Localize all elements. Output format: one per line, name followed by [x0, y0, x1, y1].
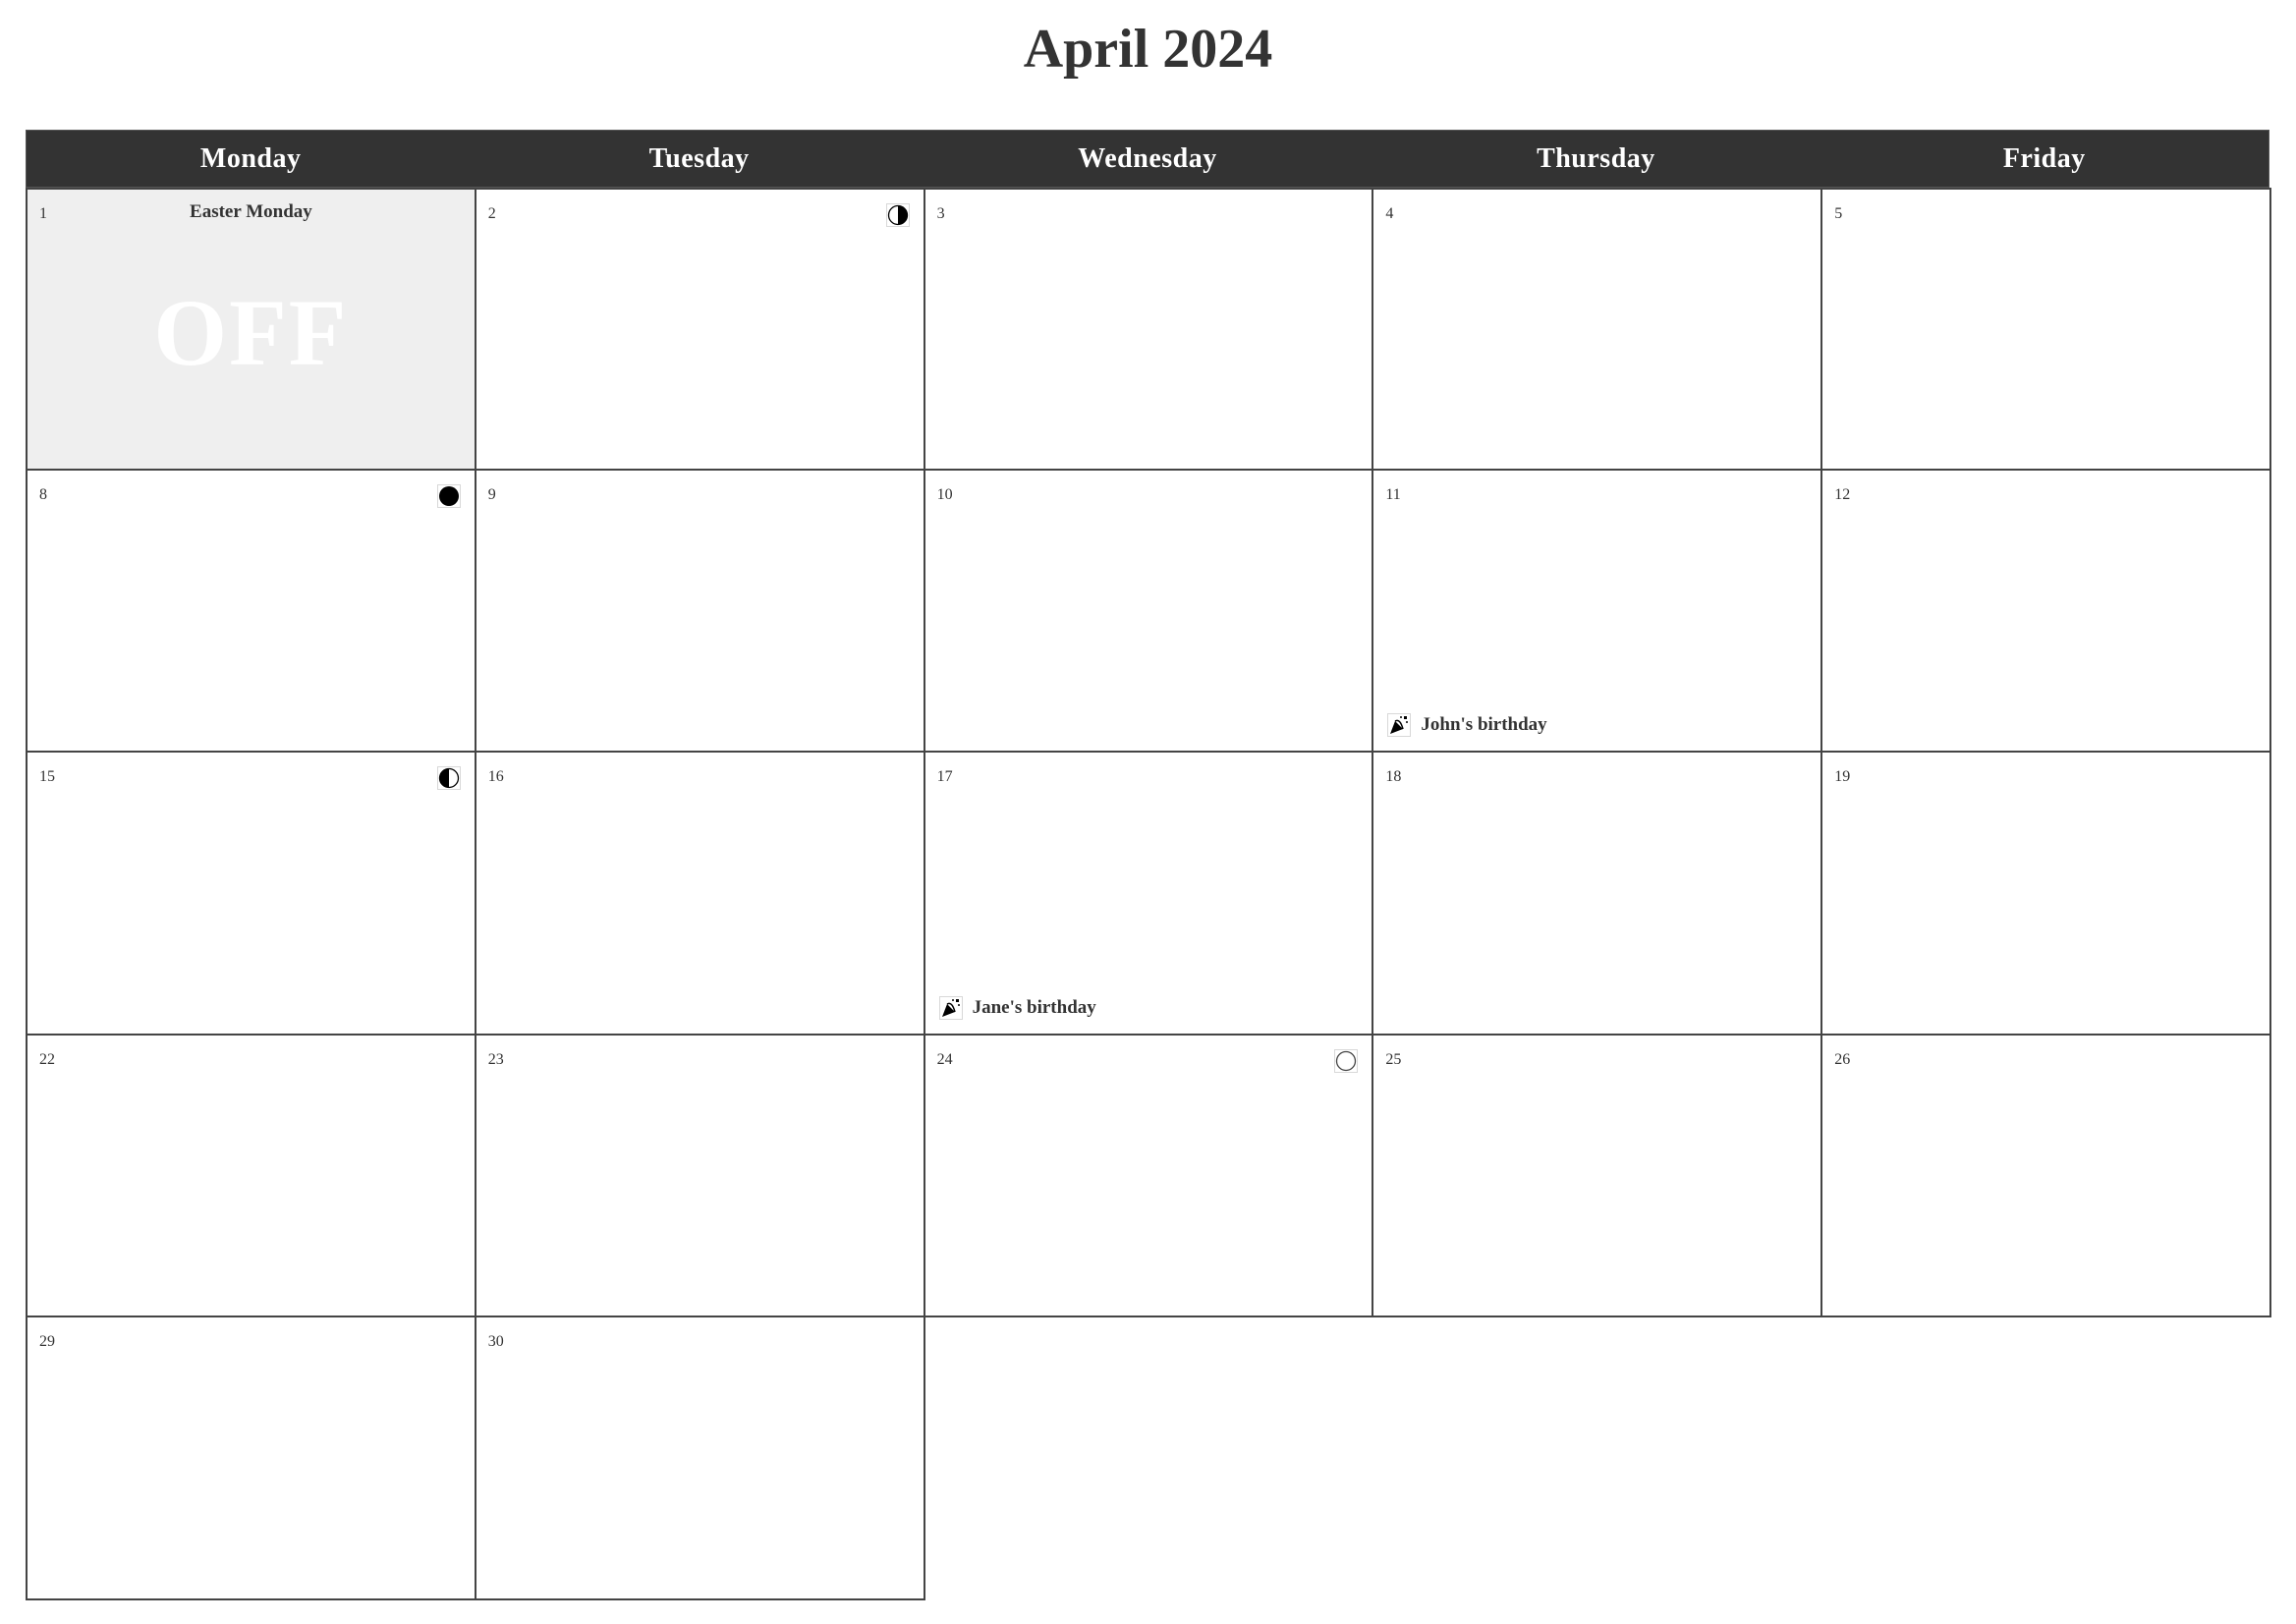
day-number: 15	[39, 768, 55, 785]
day-cell-3[interactable]: 3	[923, 188, 1374, 471]
day-number: 9	[487, 485, 496, 503]
day-number: 25	[1385, 1050, 1402, 1068]
day-cell-4[interactable]: 4	[1372, 188, 1823, 471]
event-label: Jane's birthday	[972, 996, 1096, 1018]
new-moon-icon	[436, 483, 461, 508]
day-number: 16	[487, 768, 504, 785]
weekday-header: Monday Tuesday Wednesday Thursday Friday	[26, 130, 2269, 188]
day-cell-30[interactable]: 30	[474, 1316, 925, 1600]
day-cell-17[interactable]: 17 Jane's birthday	[923, 751, 1374, 1036]
day-number: 18	[1385, 768, 1402, 785]
day-number: 4	[1385, 205, 1394, 222]
weekday-thursday: Thursday	[1537, 143, 1655, 174]
day-cell-18[interactable]: 18	[1372, 751, 1823, 1036]
party-popper-icon	[1387, 713, 1412, 737]
day-off-watermark: OFF	[153, 280, 349, 385]
day-number: 3	[936, 205, 945, 222]
day-cell-5[interactable]: 5	[1820, 188, 2271, 471]
day-number: 22	[39, 1050, 55, 1068]
last-quarter-icon	[436, 766, 461, 790]
day-cell-24[interactable]: 24	[923, 1033, 1374, 1317]
day-cell-11[interactable]: 11 John's birthday	[1372, 468, 1823, 753]
event-label: John's birthday	[1421, 714, 1547, 735]
party-popper-icon	[938, 995, 963, 1020]
day-number: 30	[487, 1333, 504, 1350]
first-quarter-icon	[885, 203, 910, 227]
day-cell-1[interactable]: 1 Easter Monday OFF	[26, 188, 476, 471]
weekday-wednesday: Wednesday	[1078, 143, 1217, 174]
full-moon-icon	[1334, 1048, 1359, 1073]
weekday-friday: Friday	[2002, 143, 2086, 174]
event-item[interactable]: John's birthday	[1387, 713, 1547, 737]
page-title: April 2024	[1023, 19, 1273, 80]
day-cell-16[interactable]: 16	[474, 751, 925, 1036]
day-cell-29[interactable]: 29	[26, 1316, 476, 1600]
event-item[interactable]: Jane's birthday	[938, 995, 1096, 1020]
day-cell-22[interactable]: 22	[26, 1033, 476, 1317]
day-number: 19	[1834, 768, 1851, 785]
day-number: 23	[487, 1050, 504, 1068]
day-cell-25[interactable]: 25	[1372, 1033, 1823, 1317]
day-number: 8	[39, 485, 47, 503]
day-number: 26	[1834, 1050, 1851, 1068]
weekday-tuesday: Tuesday	[648, 143, 750, 174]
holiday-label: Easter Monday	[190, 201, 312, 222]
day-cell-15[interactable]: 15	[26, 751, 476, 1036]
day-cell-10[interactable]: 10	[923, 468, 1374, 753]
day-number: 11	[1385, 485, 1401, 503]
day-cell-19[interactable]: 19	[1820, 751, 2271, 1036]
day-number: 5	[1834, 205, 1843, 222]
day-number: 2	[487, 205, 496, 222]
day-number: 10	[936, 485, 953, 503]
day-number: 29	[39, 1333, 55, 1350]
day-cell-23[interactable]: 23	[474, 1033, 925, 1317]
day-number: 17	[936, 768, 953, 785]
day-cell-26[interactable]: 26	[1820, 1033, 2271, 1317]
calendar: Monday Tuesday Wednesday Thursday Friday…	[26, 130, 2271, 1600]
day-cell-9[interactable]: 9	[474, 468, 925, 753]
weekday-monday: Monday	[199, 143, 302, 174]
day-number: 12	[1834, 485, 1851, 503]
day-cell-2[interactable]: 2	[474, 188, 925, 471]
day-cell-8[interactable]: 8	[26, 468, 476, 753]
day-cell-12[interactable]: 12	[1820, 468, 2271, 753]
day-number: 24	[936, 1050, 953, 1068]
